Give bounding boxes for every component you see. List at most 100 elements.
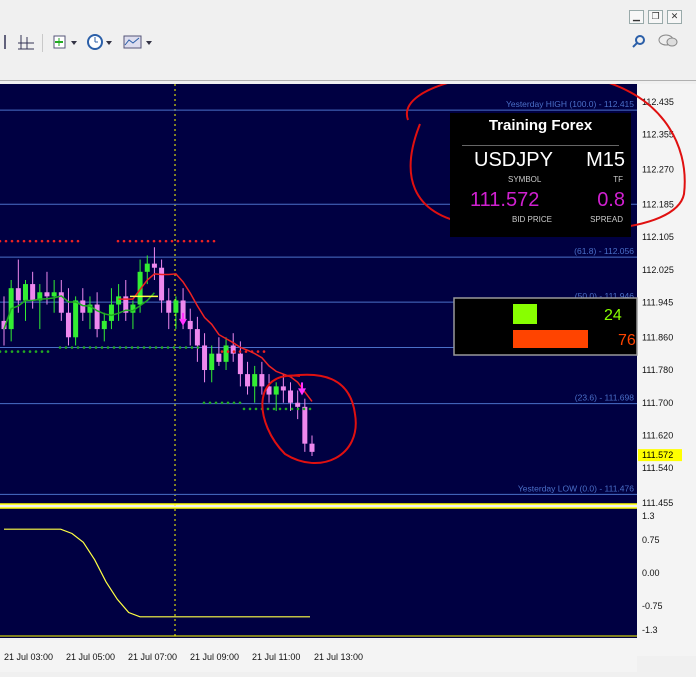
strength-red-value: 76	[618, 332, 636, 349]
sar-dot-red	[10, 239, 14, 243]
level-label: Yesterday LOW (0.0) - 111.476	[518, 483, 634, 493]
candle-body	[22, 284, 28, 301]
level-label: Yesterday HIGH (100.0) - 112.415	[506, 99, 634, 109]
sar-dot-red	[182, 239, 186, 243]
sar-dot-red	[206, 239, 210, 243]
sar-dot-red	[116, 239, 120, 243]
candle-body	[209, 353, 215, 371]
toolbar-divider	[0, 80, 696, 81]
candle-body	[65, 312, 71, 338]
sar-dot-red	[76, 239, 80, 243]
price-axis-label: 112.355	[642, 130, 674, 140]
sar-dot-red	[188, 239, 192, 243]
search-icon[interactable]	[632, 34, 646, 52]
sar-dot-green	[214, 401, 218, 405]
sar-dot-red	[170, 239, 174, 243]
sar-dot-green	[302, 407, 306, 411]
toolbar-separator	[42, 34, 43, 52]
time-axis-label: 21 Jul 11:00	[252, 652, 300, 662]
clock-icon[interactable]	[84, 32, 116, 54]
sar-dot-green	[284, 407, 288, 411]
sar-dot-red	[200, 239, 204, 243]
window-controls: ▁ ❐ ✕	[629, 10, 682, 24]
sar-dot-red	[58, 239, 62, 243]
minimize-button[interactable]: ▁	[629, 10, 644, 24]
sar-dot-red	[194, 239, 198, 243]
sar-dot-green	[296, 407, 300, 411]
sar-dot-red	[238, 350, 242, 353]
candle-body	[151, 263, 157, 268]
close-button[interactable]: ✕	[667, 10, 682, 24]
panel-bid-price: 111.572	[470, 189, 540, 211]
panel-divider	[462, 145, 619, 146]
sar-dot-green	[136, 346, 140, 349]
sar-dot-red	[52, 239, 56, 243]
sar-dot-red	[34, 239, 38, 243]
panel-bid-label: BID PRICE	[512, 215, 553, 224]
sar-dot-green	[100, 346, 104, 349]
sar-dot-red	[212, 239, 216, 243]
candle-body	[187, 320, 193, 330]
time-axis-label: 21 Jul 03:00	[4, 652, 53, 662]
sar-dot-green	[220, 401, 224, 405]
sar-dot-green	[226, 401, 230, 405]
sar-dot-red	[146, 239, 150, 243]
sar-dot-green	[254, 407, 258, 411]
panel-spread: 0.8	[597, 189, 625, 211]
sar-dot-red	[134, 239, 138, 243]
price-axis-label: 112.025	[642, 265, 674, 275]
price-axis-label: 111.945	[642, 298, 673, 308]
sar-dot-red	[256, 350, 260, 353]
new-chart-icon[interactable]	[50, 32, 80, 54]
panel-symbol-label: SYMBOL	[508, 175, 542, 184]
sar-dot-green	[82, 346, 86, 349]
templates-icon[interactable]	[120, 32, 156, 54]
panel-tf-label: TF	[613, 175, 623, 184]
candle-body	[288, 390, 294, 403]
sar-dot-green	[70, 346, 74, 349]
sar-dot-green	[112, 346, 116, 349]
candle-body	[223, 345, 229, 362]
sar-dot-green	[58, 346, 62, 349]
candle-body	[259, 374, 265, 387]
sar-dot-red	[70, 239, 74, 243]
period-separator-icon[interactable]	[14, 32, 38, 54]
chat-icon[interactable]	[658, 34, 678, 52]
candle-body	[94, 304, 100, 330]
sar-dot-green	[248, 407, 252, 411]
sar-dot-red	[176, 239, 180, 243]
sar-dot-red	[140, 239, 144, 243]
sar-dot-green	[94, 346, 98, 349]
sar-dot-red	[28, 239, 32, 243]
sar-dot-green	[278, 407, 282, 411]
sar-dot-green	[88, 346, 92, 349]
sar-dot-green	[4, 350, 8, 353]
sar-dot-green	[40, 350, 44, 353]
candle-body	[80, 300, 86, 313]
sar-dot-red	[40, 239, 44, 243]
cursor-icon[interactable]	[0, 32, 10, 54]
sar-dot-green	[190, 346, 194, 349]
price-axis-label: 112.105	[642, 232, 674, 242]
osc-axis-label: 0.00	[642, 568, 660, 578]
panel-timeframe: M15	[586, 149, 625, 171]
sar-dot-green	[202, 401, 206, 405]
sar-dot-green	[160, 346, 164, 349]
candle-body	[309, 443, 315, 452]
sar-dot-red	[164, 239, 168, 243]
title-bar: ▁ ❐ ✕	[0, 0, 696, 28]
sar-dot-red	[64, 239, 68, 243]
strength-red-bar	[513, 330, 588, 348]
oscillator-plot-bg	[0, 508, 637, 638]
sar-dot-green	[266, 407, 270, 411]
sar-dot-green	[22, 350, 26, 353]
sar-dot-red	[152, 239, 156, 243]
panel-spread-label: SPREAD	[590, 215, 623, 224]
sar-dot-green	[16, 350, 20, 353]
sar-dot-green	[308, 407, 312, 411]
restore-button[interactable]: ❐	[648, 10, 663, 24]
sar-dot-green	[178, 346, 182, 349]
candle-body	[194, 329, 200, 346]
sar-dot-red	[244, 350, 248, 353]
candle-body	[295, 402, 301, 407]
